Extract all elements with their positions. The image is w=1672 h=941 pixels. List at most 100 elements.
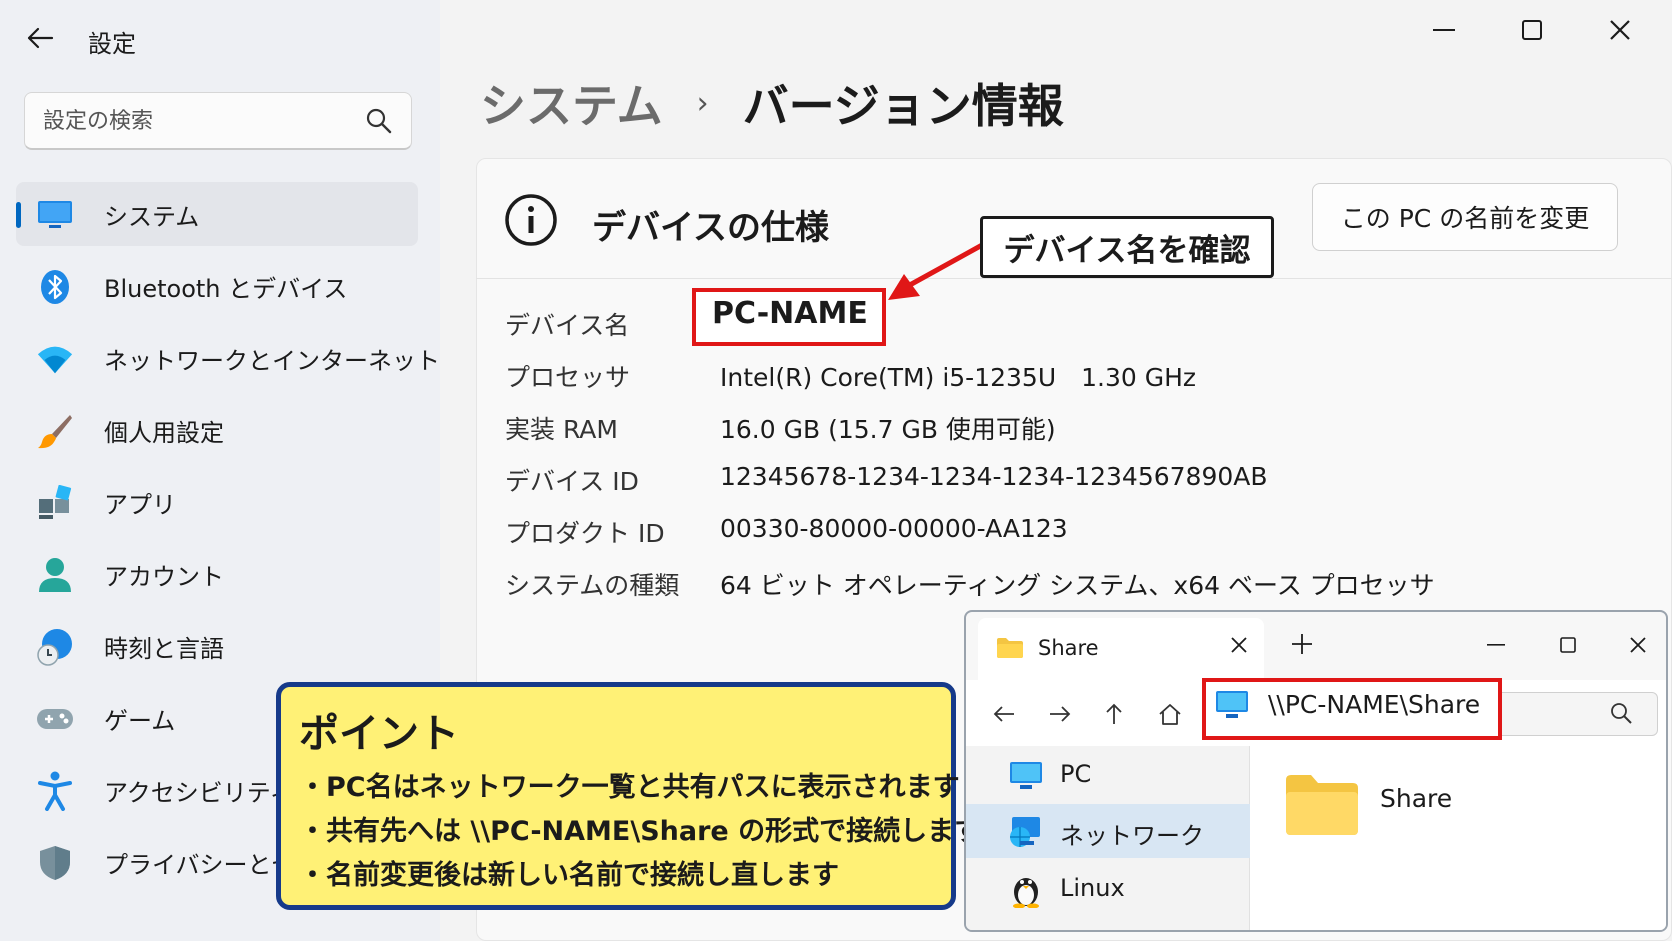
monitor-icon: [36, 196, 74, 234]
nav-item-label: Linux: [1060, 874, 1125, 902]
up-button[interactable]: [1096, 698, 1132, 730]
nav-item-linux[interactable]: Linux: [966, 862, 1250, 916]
sidebar-item-apps[interactable]: アプリ: [16, 470, 418, 534]
breadcrumb-separator: ›: [696, 85, 709, 121]
sidebar-item-label: ゲーム: [104, 706, 176, 735]
sidebar-item-label: ネットワークとインターネット: [104, 346, 440, 375]
nav-item-label: PC: [1060, 760, 1092, 788]
gamepad-icon: [36, 700, 74, 738]
spec-value: 12345678-1234-1234-1234-1234567890AB: [720, 462, 1268, 491]
sidebar-item-network[interactable]: ネットワークとインターネット: [16, 326, 440, 390]
search-input[interactable]: [43, 103, 363, 139]
breadcrumb-parent[interactable]: システム: [480, 70, 663, 136]
apps-icon: [36, 484, 74, 522]
home-button[interactable]: [1152, 698, 1188, 730]
spec-label: システムの種類: [505, 571, 680, 600]
sidebar-item-personalization[interactable]: 個人用設定: [16, 398, 418, 462]
sidebar-item-label: 時刻と言語: [104, 634, 224, 663]
address-path[interactable]: \\PC-NAME\Share: [1268, 690, 1480, 719]
new-tab-icon[interactable]: [1290, 632, 1314, 656]
back-arrow-icon: [993, 706, 1014, 722]
selection-indicator: [16, 202, 21, 228]
close-icon: [1610, 20, 1630, 40]
sidebar-item-system[interactable]: システム: [16, 182, 418, 246]
wifi-icon: [36, 340, 74, 378]
spec-label: デバイス ID: [505, 467, 639, 496]
annotation-arrow-icon: [888, 241, 987, 300]
spec-value: Intel(R) Core(TM) i5-1235U 1.30 GHz: [720, 363, 1197, 392]
maximize-icon: [1560, 637, 1576, 653]
spec-label: 実装 RAM: [505, 415, 618, 444]
point-note: ポイント ・PC名はネットワーク一覧と共有パスに表示されます ・共有先へは \\…: [276, 682, 981, 910]
explorer-nav-pane: PC ネットワーク Linux: [966, 746, 1250, 930]
explorer-minimize-button[interactable]: [1478, 630, 1514, 660]
back-button[interactable]: [986, 698, 1022, 730]
settings-search[interactable]: [24, 92, 412, 150]
maximize-button[interactable]: [1512, 14, 1552, 46]
sidebar-item-label: アプリ: [104, 490, 176, 519]
accessibility-icon: [36, 771, 74, 811]
spec-value: 64 ビット オペレーティング システム、x64 ベース プロセッサ: [720, 571, 1435, 600]
forward-button[interactable]: [1042, 698, 1078, 730]
sidebar-item-label: システム: [104, 202, 200, 231]
linux-penguin-icon: [1008, 872, 1044, 908]
point-item: ・PC名はネットワーク一覧と共有パスに表示されます: [299, 772, 960, 803]
explorer-close-button[interactable]: [1620, 630, 1656, 660]
search-icon[interactable]: [365, 107, 393, 135]
page-title: バージョン情報: [742, 79, 1064, 133]
breadcrumb: システム › バージョン情報: [480, 68, 1064, 138]
point-title: ポイント: [299, 711, 459, 757]
sidebar-item-label: アカウント: [104, 562, 224, 591]
forward-arrow-icon: [1050, 706, 1071, 722]
sidebar-item-bluetooth[interactable]: Bluetooth とデバイス: [16, 254, 418, 318]
point-item: ・共有先へは \\PC-NAME\Share の形式で接続します: [299, 816, 982, 847]
folder-icon: [997, 638, 1023, 658]
spec-label: プロダクト ID: [505, 519, 665, 548]
minimize-icon: [1487, 644, 1505, 646]
device-name-value: PC-NAME: [712, 296, 868, 331]
sidebar-item-label: 個人用設定: [104, 418, 224, 447]
divider: [476, 278, 1672, 279]
explorer-content-pane: Share: [1250, 746, 1666, 930]
sidebar-item-time-language[interactable]: 時刻と言語: [16, 614, 418, 678]
nav-item-network[interactable]: ネットワーク: [966, 804, 1250, 858]
sidebar-item-accounts[interactable]: アカウント: [16, 542, 418, 606]
file-explorer-window: Share \\PC-NAME\Share PC ネットワーク Linux Sh…: [964, 610, 1668, 932]
bluetooth-icon: [36, 268, 74, 306]
paintbrush-icon: [36, 412, 74, 450]
spec-label: デバイス名: [505, 311, 630, 340]
up-arrow-icon: [1106, 703, 1122, 724]
sidebar-item-label: アクセシビリティ: [104, 778, 294, 807]
minimize-icon: [1433, 29, 1455, 31]
annotation-callout: デバイス名を確認: [980, 216, 1274, 278]
folder-label: Share: [1380, 784, 1453, 813]
close-tab-icon[interactable]: [1228, 634, 1250, 656]
spec-value: 00330-80000-00000-AA123: [720, 514, 1068, 543]
back-button[interactable]: [22, 20, 58, 56]
close-icon: [1630, 637, 1646, 653]
pc-icon: [1216, 691, 1248, 718]
maximize-icon: [1522, 20, 1542, 40]
explorer-tab-label: Share: [1038, 636, 1099, 660]
nav-item-pc[interactable]: PC: [966, 748, 1250, 802]
search-icon[interactable]: [1610, 702, 1632, 724]
point-item: ・名前変更後は新しい名前で接続し直します: [299, 860, 839, 891]
home-icon: [1159, 704, 1181, 725]
back-arrow-icon: [27, 27, 54, 49]
explorer-maximize-button[interactable]: [1550, 630, 1586, 660]
shield-icon: [36, 844, 74, 882]
card-title: デバイスの仕様: [592, 208, 829, 248]
explorer-tab[interactable]: Share: [978, 618, 1264, 680]
folder-icon[interactable]: [1284, 772, 1360, 838]
info-icon: [505, 194, 557, 246]
pc-icon: [1008, 758, 1044, 794]
globe-clock-icon: [36, 628, 74, 666]
close-button[interactable]: [1600, 14, 1640, 46]
spec-label: プロセッサ: [505, 363, 631, 392]
person-icon: [36, 556, 74, 594]
app-title: 設定: [88, 30, 136, 58]
rename-pc-button[interactable]: この PC の名前を変更: [1312, 183, 1618, 251]
spec-value: 16.0 GB (15.7 GB 使用可能): [720, 415, 1056, 444]
network-icon: [1008, 814, 1044, 850]
minimize-button[interactable]: [1424, 14, 1464, 46]
